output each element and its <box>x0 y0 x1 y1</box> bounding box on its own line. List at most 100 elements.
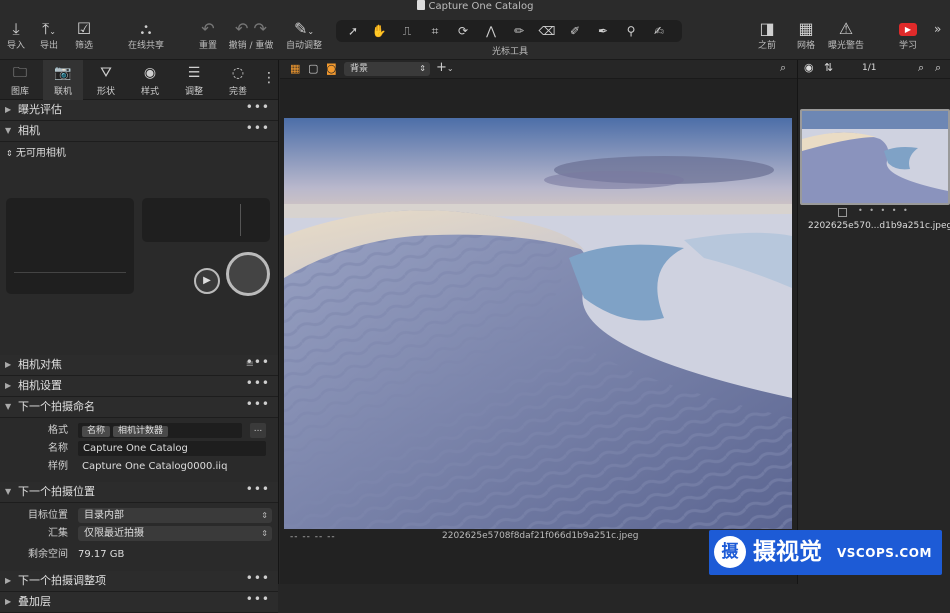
search-icon[interactable]: ⌕ <box>918 61 924 75</box>
token-name[interactable]: 名称 <box>82 426 111 437</box>
exposure-warning-button[interactable]: ⚠ 曝光警告 <box>826 18 866 52</box>
thumbnail-image <box>802 111 948 203</box>
viewer: ▦ ▢ ◙ 背景 ⇕ +⌄ ⌕ -- -- -- -- 2202625e5708… <box>280 60 797 584</box>
white-balance-picker-icon[interactable]: ⚲ <box>618 22 644 40</box>
watermark-brand: 摄视觉 <box>753 539 822 565</box>
learn-button[interactable]: ▶ 学习 <box>894 18 922 52</box>
chevron-down-icon: ▼ <box>5 402 12 411</box>
chevron-right-icon: ▶ <box>5 360 12 369</box>
annotate-icon[interactable]: ✍ <box>646 22 672 40</box>
tab-refine[interactable]: ◌ 完善 <box>218 60 258 100</box>
heal-icon[interactable]: ✐ <box>562 22 588 40</box>
section-camera-focus[interactable]: ▶ 相机对焦 ≡ ••• <box>0 355 278 376</box>
pan-hand-icon[interactable]: ✋ <box>366 22 392 40</box>
add-icon[interactable]: +⌄ <box>436 60 454 75</box>
section-menu-icon[interactable]: ••• <box>246 118 270 138</box>
zoom-icon[interactable]: ⌕ <box>935 61 941 75</box>
import-button[interactable]: ⤓ 导入 <box>4 18 28 52</box>
token-camera-counter[interactable]: 相机计数器 <box>113 426 169 437</box>
histogram-area <box>6 198 134 294</box>
thumbnail[interactable] <box>800 109 950 205</box>
filter-button[interactable]: ☑ 筛选 <box>72 18 96 52</box>
share-network-icon: ⛬ <box>140 19 152 38</box>
capture-button[interactable] <box>226 252 270 296</box>
brush-icon[interactable]: ✏ <box>506 22 532 40</box>
section-menu-icon[interactable]: ••• <box>246 373 270 393</box>
keystone-icon[interactable]: ⋀ <box>478 22 504 40</box>
section-next-capture-location[interactable]: ▼ 下一个拍摄位置 ••• <box>0 482 278 503</box>
section-next-capture-adjustments[interactable]: ▶ 下一个拍摄调整项 ••• <box>0 571 278 592</box>
format-token-field[interactable]: 名称 相机计数器 <box>78 423 242 438</box>
tool-panel: 🗀 图库 📷 联机 ⛛ 形状 ◉ 样式 ☰ 调整 ◌ 完善 ⋮ ▶ 曝光评估 ••• ▼ 相… <box>0 60 279 613</box>
live-share-button[interactable]: ⛬ 在线共享 <box>126 18 166 52</box>
background-select[interactable]: 背景 ⇕ <box>344 62 430 76</box>
collection-select[interactable]: 仅限最近拍摄 ⇕ <box>78 526 272 541</box>
grid-view-icon[interactable]: ▦ <box>290 62 300 75</box>
select-cursor-icon[interactable]: ➚ <box>340 22 366 40</box>
reset-icon: ↶ <box>201 19 215 38</box>
destination-row: 目标位置 目录内部 ⇕ <box>0 507 278 525</box>
section-menu-icon[interactable]: ••• <box>246 97 270 117</box>
checklist-icon: ☑ <box>76 19 92 38</box>
tab-shape[interactable]: ⛛ 形状 <box>86 60 126 100</box>
tab-capture[interactable]: 📷 联机 <box>43 60 83 100</box>
reset-button[interactable]: ↶ 重置 <box>196 18 220 52</box>
format-edit-button[interactable]: ... <box>250 423 266 438</box>
section-camera[interactable]: ▼ 相机 ••• <box>0 121 278 142</box>
viewer-toolbar: ▦ ▢ ◙ 背景 ⇕ +⌄ ⌕ <box>280 60 797 79</box>
tool-tabs: 🗀 图库 📷 联机 ⛛ 形状 ◉ 样式 ☰ 调整 ◌ 完善 ⋮ <box>0 60 278 100</box>
magic-wand-icon: ✎⌄ <box>293 19 315 38</box>
sample-value: Capture One Catalog0000.iiq <box>82 461 228 472</box>
upload-icon: ⤒⌄ <box>42 19 56 38</box>
naming-body: 格式 名称 相机计数器 ... 名称 Capture One Catalog 样例… <box>0 418 278 482</box>
eye-icon[interactable]: ◉ <box>804 61 814 74</box>
tab-library[interactable]: 🗀 图库 <box>0 60 40 100</box>
thumbnail-filename: 2202625e570...d1b9a251c.jpeg <box>808 221 950 231</box>
rotate-icon[interactable]: ⟳ <box>450 22 476 40</box>
auto-adjust-button[interactable]: ✎⌄ 自动调整 <box>286 18 322 52</box>
eye-view-icon[interactable]: ◙ <box>326 62 337 75</box>
chevron-right-icon: ▶ <box>5 597 12 606</box>
section-menu-icon[interactable]: ••• <box>246 479 270 499</box>
more-chevron-icon[interactable]: » <box>934 22 941 36</box>
tab-style[interactable]: ◉ 样式 <box>130 60 170 100</box>
grid-button[interactable]: ▦ 网格 <box>794 18 818 52</box>
picker-icon[interactable]: ✒ <box>590 22 616 40</box>
export-button[interactable]: ⤒⌄ 导出 <box>34 18 64 52</box>
section-overlay[interactable]: ▶ 叠加层 ••• <box>0 592 278 613</box>
section-menu-icon[interactable]: ••• <box>246 589 270 609</box>
single-view-icon[interactable]: ▢ <box>308 62 318 75</box>
chevron-down-icon: ▼ <box>5 126 12 135</box>
zoom-icon[interactable]: ⌕ <box>780 61 786 75</box>
name-input[interactable]: Capture One Catalog <box>78 441 266 456</box>
section-exposure-evaluation[interactable]: ▶ 曝光评估 ••• <box>0 100 278 121</box>
chevron-right-icon: ▶ <box>5 105 12 114</box>
watermark-url: VSCOPS.COM <box>837 546 932 560</box>
camera-select[interactable]: ⇕ 无可用相机 <box>6 144 66 159</box>
sort-icon[interactable]: ⇅ <box>824 61 833 74</box>
tab-adjust[interactable]: ☰ 调整 <box>174 60 214 100</box>
before-button[interactable]: ◨ 之前 <box>752 18 782 52</box>
dunes-photo <box>284 118 792 529</box>
live-view-button[interactable]: ▶ <box>194 268 220 294</box>
section-camera-settings[interactable]: ▶ 相机设置 ••• <box>0 376 278 397</box>
location-body: 目标位置 目录内部 ⇕ 汇集 仅限最近拍摄 ⇕ 剩余空间 79.17 GB <box>0 503 278 569</box>
section-menu-icon[interactable]: ••• <box>246 394 270 414</box>
more-vertical-icon[interactable]: ⋮ <box>262 70 276 86</box>
destination-select[interactable]: 目录内部 ⇕ <box>78 508 272 523</box>
pick-icon[interactable]: ⎍ <box>394 22 420 40</box>
chevron-down-icon: ▼ <box>5 487 12 496</box>
section-next-capture-naming[interactable]: ▼ 下一个拍摄命名 ••• <box>0 397 278 418</box>
browser-panel: ◉ ⇅ 1/1 ⌕ ⌕ • • • • • 2202625e570...d1b9… <box>797 60 950 584</box>
video-camera-icon: ▶ <box>203 275 211 286</box>
rating-stars[interactable]: • • • • • <box>858 206 910 215</box>
eraser-icon[interactable]: ⌫ <box>534 22 560 40</box>
main-image[interactable] <box>284 118 792 587</box>
section-menu-icon[interactable]: ••• <box>246 568 270 588</box>
select-checkbox[interactable] <box>838 208 847 217</box>
crop-icon[interactable]: ⌗ <box>422 22 448 40</box>
metadata-dashes: -- -- -- -- <box>290 532 336 542</box>
watermark-logo: 摄 <box>714 536 746 568</box>
undo-redo-button[interactable]: ↶ ↷ 撤销 / 重做 <box>228 18 274 52</box>
section-menu-icon[interactable]: ••• <box>246 352 270 372</box>
